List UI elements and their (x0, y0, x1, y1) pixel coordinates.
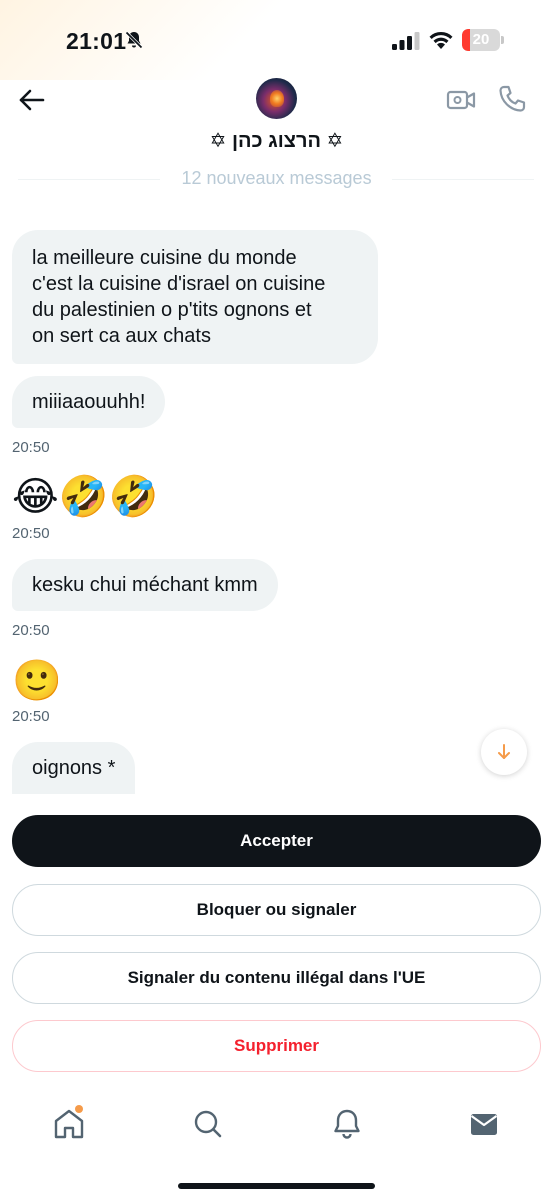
emoji-message[interactable]: 😂🤣🤣 (12, 473, 158, 521)
message-timestamp: 20:50 (12, 708, 50, 725)
scroll-to-bottom-button[interactable] (481, 729, 527, 775)
contact-name[interactable]: ✡ הרצוג כהן ✡ (0, 128, 553, 153)
emoji-message[interactable]: 🙂 (12, 657, 62, 705)
accept-button[interactable]: Accepter (12, 815, 541, 867)
message-bubble[interactable]: kesku chui méchant kmm (12, 559, 278, 611)
message-bubble[interactable]: la meilleure cuisine du monde c'est la c… (12, 230, 378, 364)
message-bubble[interactable]: miiiaaouuhh! (12, 376, 166, 428)
home-icon (54, 1109, 84, 1139)
phone-call-icon[interactable] (496, 83, 528, 115)
cellular-signal-icon (392, 32, 420, 50)
nav-messages[interactable] (464, 1104, 504, 1144)
divider-right (392, 179, 534, 180)
message-timestamp: 20:50 (12, 525, 50, 542)
message-timestamp: 20:50 (12, 439, 50, 456)
battery-indicator: 20 (462, 29, 504, 51)
status-time: 21:01 (66, 28, 127, 54)
search-icon (194, 1110, 222, 1138)
nav-home[interactable] (49, 1104, 89, 1144)
delete-button[interactable]: Supprimer (12, 1020, 541, 1072)
message-bubble[interactable]: oignons * (12, 742, 136, 794)
block-report-button[interactable]: Bloquer ou signaler (12, 884, 541, 936)
notification-dot (75, 1105, 83, 1113)
arrow-down-icon (498, 744, 510, 759)
messages-icon (470, 1114, 498, 1135)
bell-muted-icon (125, 31, 143, 49)
status-bar: 21:01 20 (0, 0, 553, 80)
wifi-icon (429, 31, 453, 49)
battery-level: 20 (472, 31, 490, 48)
back-arrow-icon[interactable] (16, 84, 48, 116)
notifications-icon (334, 1109, 360, 1139)
nav-search[interactable] (188, 1104, 228, 1144)
home-indicator (178, 1183, 375, 1189)
report-illegal-content-button[interactable]: Signaler du contenu illégal dans l'UE (12, 952, 541, 1004)
video-call-icon[interactable] (445, 84, 477, 116)
message-timestamp: 20:50 (12, 622, 50, 639)
avatar[interactable] (256, 78, 297, 119)
nav-notifications[interactable] (327, 1104, 367, 1144)
